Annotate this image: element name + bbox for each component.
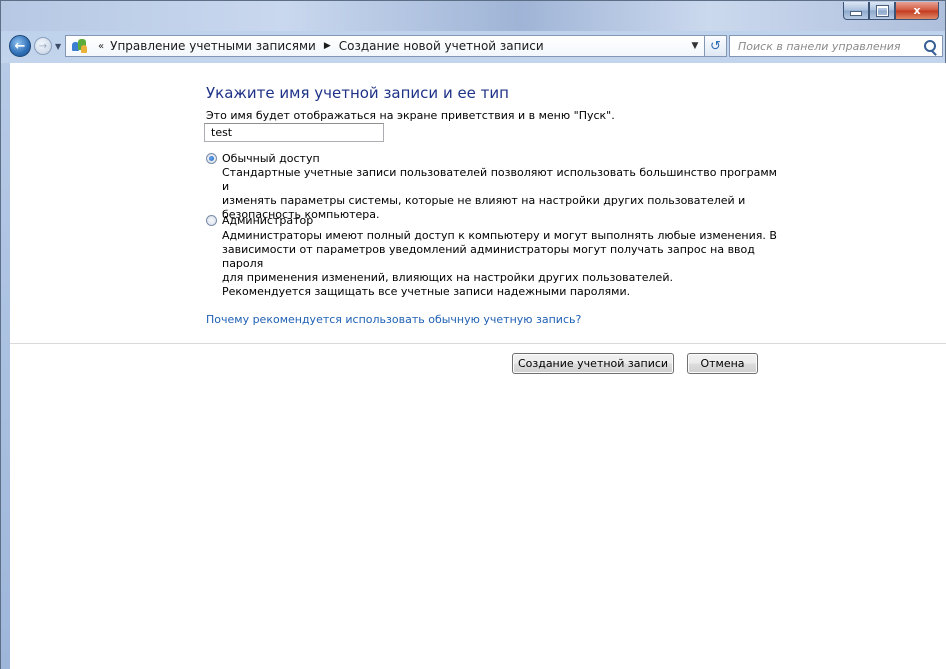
breadcrumb-user-accounts[interactable]: Управление учетными записями — [110, 39, 316, 53]
administrator-description-line: для применения изменений, влияющих на на… — [222, 271, 673, 284]
search-box[interactable] — [729, 35, 943, 57]
search-input[interactable] — [736, 38, 920, 54]
standard-user-description-line: Стандартные учетные записи пользователей… — [222, 166, 777, 193]
administrator-description-line: зависимости от параметров уведомлений ад… — [222, 243, 755, 270]
search-icon[interactable] — [924, 40, 936, 52]
navigation-bar: ← → ▼ « Управление учетными записями ▶ С… — [1, 31, 945, 61]
back-arrow-icon: ← — [14, 38, 26, 54]
breadcrumb-create-account[interactable]: Создание новой учетной записи — [339, 39, 544, 53]
standard-user-radio[interactable] — [206, 153, 217, 164]
administrator-label[interactable]: Администратор — [222, 214, 313, 227]
refresh-button[interactable]: ↺ — [705, 35, 727, 57]
window-left-border — [1, 63, 10, 669]
forward-button[interactable]: → — [34, 37, 52, 55]
name-description: Это имя будет отображаться на экране при… — [206, 109, 615, 122]
close-icon: x — [913, 4, 921, 17]
back-button[interactable]: ← — [9, 35, 31, 57]
why-standard-account-link[interactable]: Почему рекомендуется использовать обычну… — [206, 313, 581, 326]
footer-divider — [10, 343, 946, 344]
password-recommendation: Рекомендуется защищать все учетные запис… — [222, 285, 631, 298]
caption-buttons: x — [843, 2, 939, 20]
maximize-button[interactable] — [869, 2, 895, 20]
page-title: Укажите имя учетной записи и ее тип — [206, 84, 509, 102]
minimize-button[interactable] — [843, 2, 869, 20]
standard-user-label[interactable]: Обычный доступ — [222, 152, 320, 165]
forward-arrow-icon: → — [38, 40, 48, 52]
address-bar[interactable]: « Управление учетными записями ▶ Создани… — [65, 35, 705, 57]
administrator-description-line: Администраторы имеют полный доступ к ком… — [222, 229, 777, 242]
create-account-button[interactable]: Создание учетной записи — [512, 353, 674, 374]
minimize-icon — [850, 11, 862, 16]
administrator-option[interactable]: Администратор — [206, 214, 313, 227]
control-panel-users-icon — [72, 39, 88, 53]
cancel-button[interactable]: Отмена — [687, 353, 758, 374]
refresh-icon: ↺ — [710, 38, 721, 54]
control-panel-window: x ← → ▼ « Управление учетными записями ▶… — [0, 0, 946, 669]
account-name-field[interactable] — [204, 123, 384, 142]
recent-pages-dropdown-icon[interactable]: ▼ — [55, 42, 61, 51]
title-bar[interactable]: x — [1, 1, 945, 31]
standard-user-option[interactable]: Обычный доступ — [206, 152, 320, 165]
address-dropdown-icon[interactable]: ▼ — [686, 41, 704, 51]
main-content: Укажите имя учетной записи и ее тип Это … — [10, 63, 946, 669]
administrator-radio[interactable] — [206, 215, 217, 226]
breadcrumb-chevron-icon[interactable]: ▶ — [324, 41, 331, 51]
breadcrumb-overflow-icon[interactable]: « — [98, 41, 104, 52]
maximize-icon — [875, 4, 889, 17]
close-button[interactable]: x — [895, 2, 939, 20]
administrator-description: Администраторы имеют полный доступ к ком… — [222, 229, 777, 285]
standard-user-description-line: изменять параметры системы, которые не в… — [222, 194, 746, 207]
